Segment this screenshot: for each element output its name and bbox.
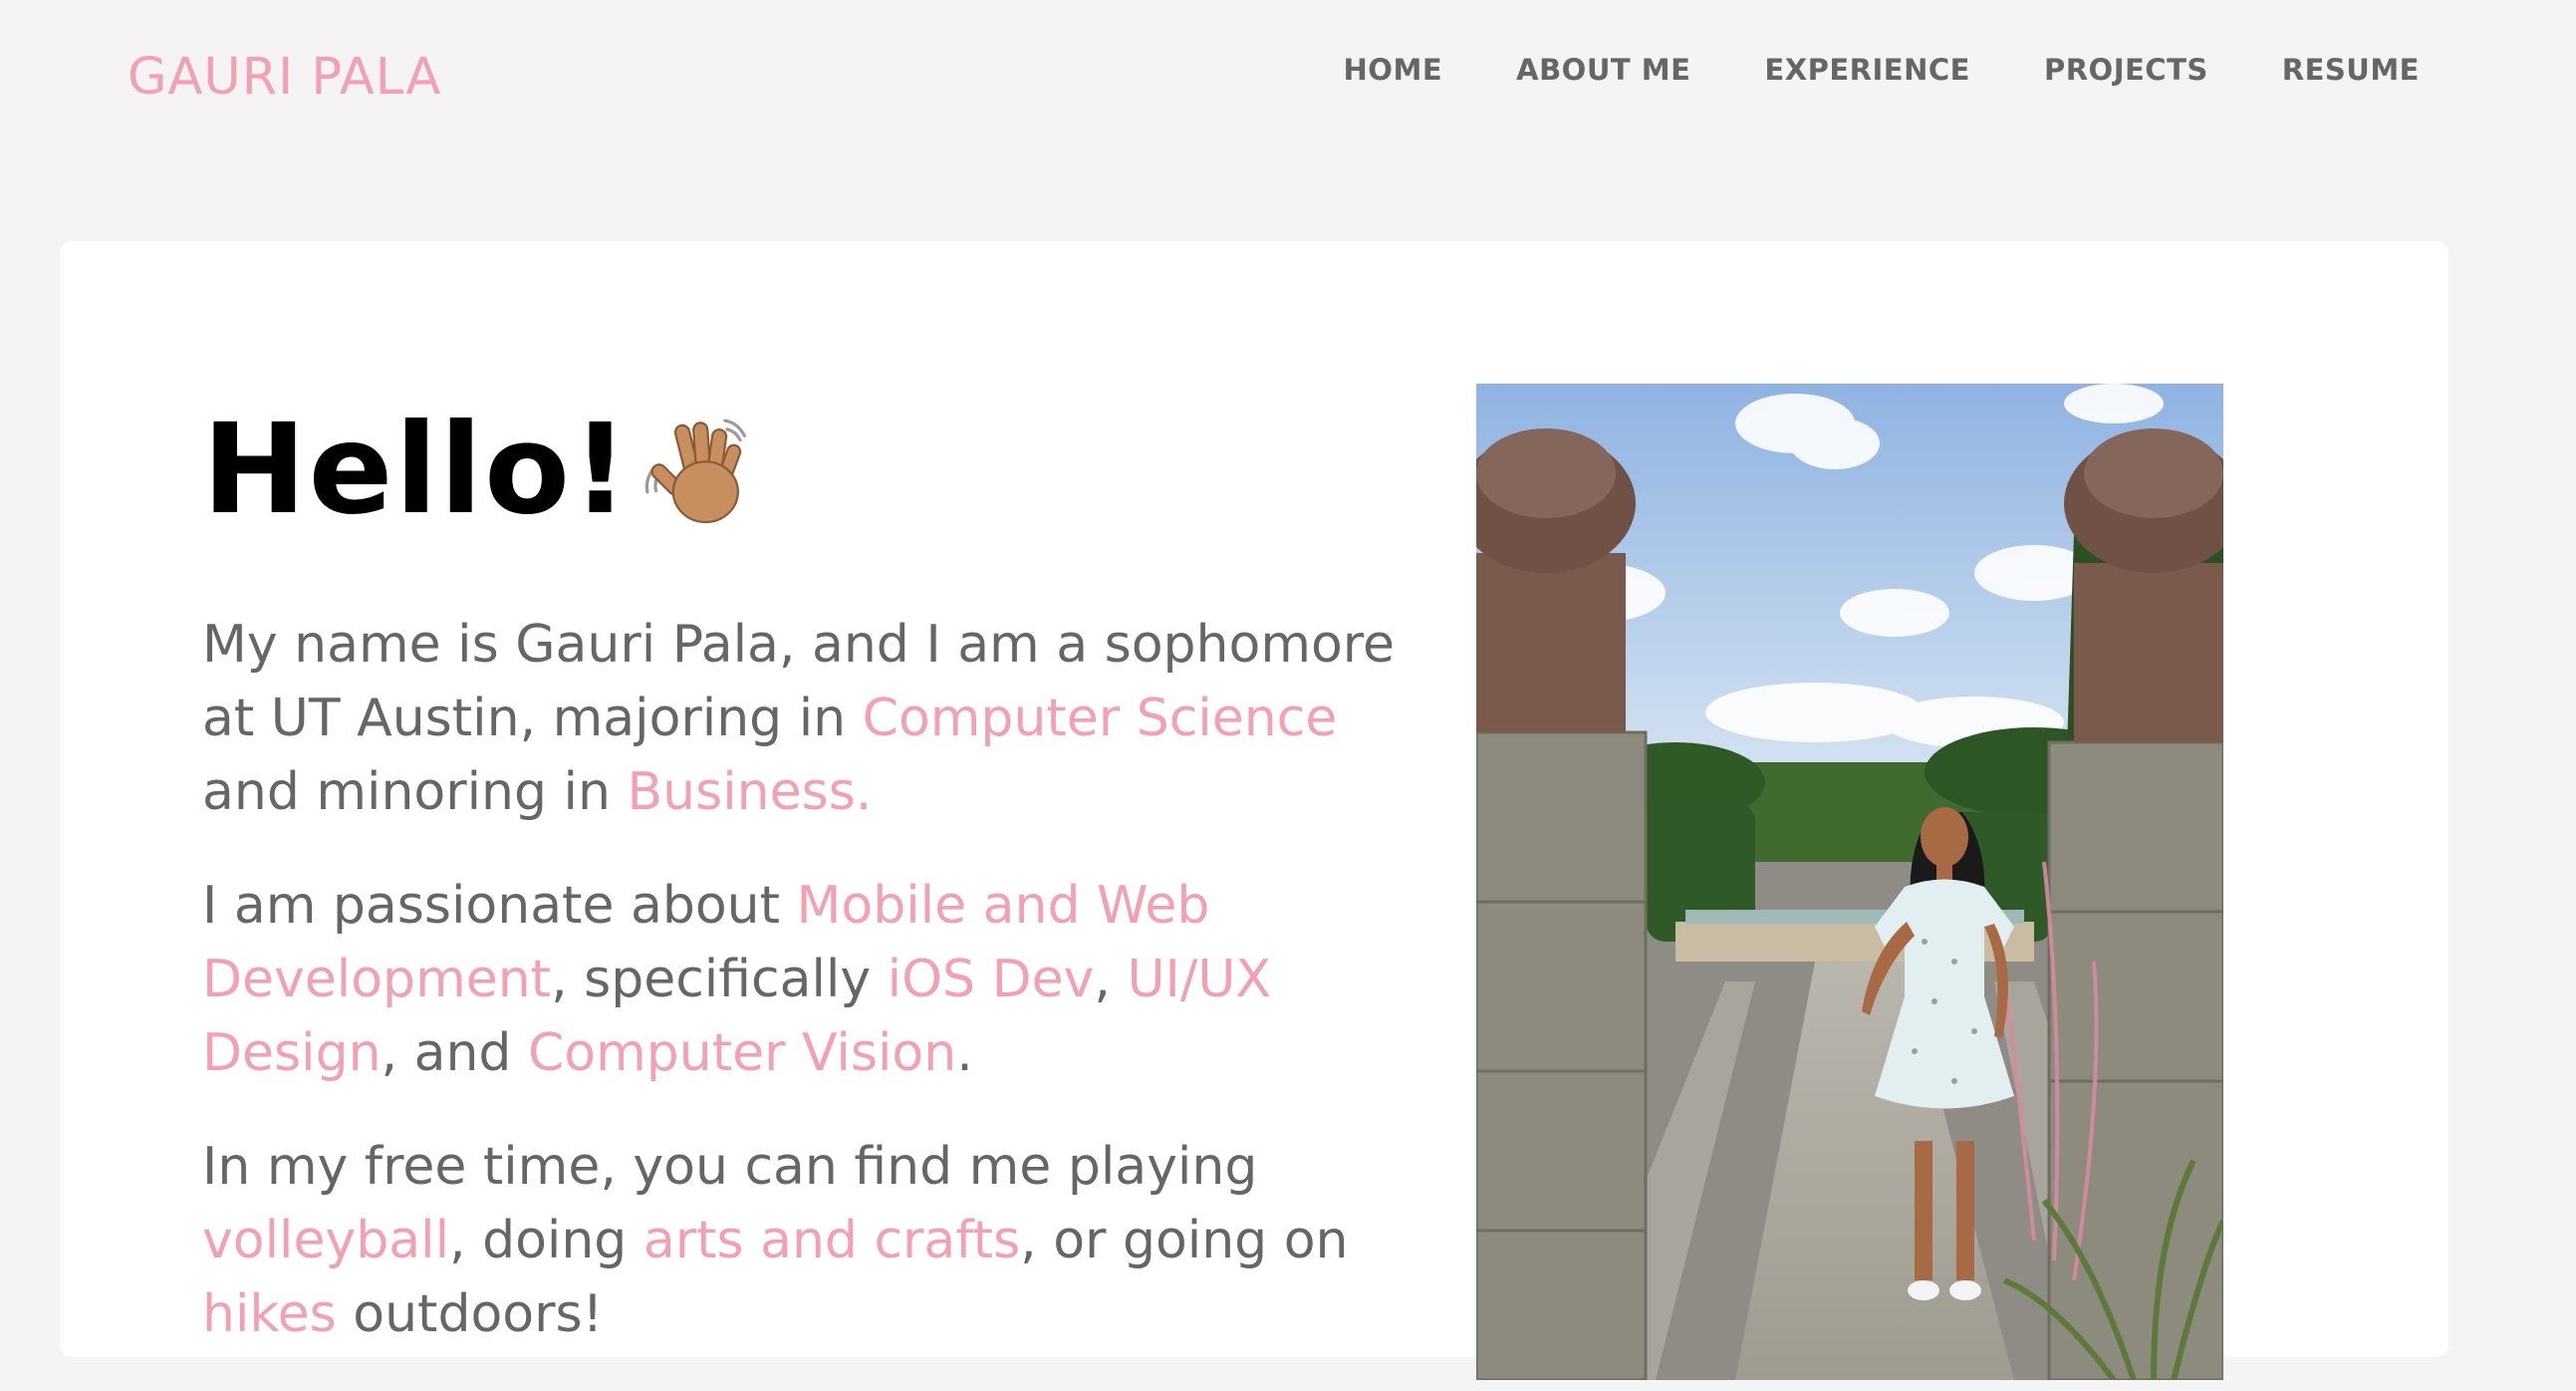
bio-text-span: , specifically [551, 950, 888, 1009]
highlight-volleyball: volleyball [202, 1211, 450, 1270]
bio-text: My name is Gauri Pala, and I am a sophom… [202, 608, 1417, 1391]
greeting-heading: Hello! [202, 391, 766, 550]
bio-paragraph-3: In my free time, you can find me playing… [202, 1130, 1417, 1351]
highlight-computer-vision: Computer Vision [527, 1023, 957, 1083]
profile-photo [1476, 384, 2223, 1380]
nav-resume[interactable]: RESUME [2282, 50, 2420, 90]
waving-hand-icon [644, 418, 746, 524]
highlight-arts-crafts: arts and crafts [643, 1211, 1021, 1270]
highlight-hikes: hikes [202, 1284, 337, 1344]
bio-text-span: and minoring in [202, 762, 628, 822]
garden-photo-illustration [1476, 384, 2223, 1380]
intro-card: Hello! My name is Gauri Pala, and I am a… [60, 241, 2448, 1380]
bio-text-span: , [1094, 950, 1128, 1009]
greeting-text: Hello! [202, 398, 631, 542]
bio-paragraph-1: My name is Gauri Pala, and I am a sophom… [202, 608, 1417, 829]
bio-text-span: , or going on [1020, 1211, 1349, 1270]
nav-about-me[interactable]: ABOUT ME [1516, 50, 1690, 90]
bio-text-span: , doing [449, 1211, 644, 1270]
bio-text-span: In my free time, you can find me playing [202, 1137, 1258, 1197]
bio-text-span: outdoors! [336, 1284, 604, 1344]
site-logo-link[interactable]: GAURI PALA [128, 48, 441, 108]
highlight-computer-science: Computer Science [862, 689, 1338, 748]
highlight-ios-dev: iOS Dev [887, 950, 1095, 1009]
bio-text-span: I am passionate about [202, 876, 797, 936]
nav-experience[interactable]: EXPERIENCE [1764, 50, 1970, 90]
bio-text-span: , and [381, 1023, 528, 1083]
nav-projects[interactable]: PROJECTS [2044, 50, 2208, 90]
bio-paragraph-2: I am passionate about Mobile and Web Dev… [202, 869, 1417, 1090]
bio-text-span: . [956, 1023, 973, 1083]
main-nav: HOME ABOUT ME EXPERIENCE PROJECTS RESUME [1344, 50, 2420, 90]
nav-home[interactable]: HOME [1344, 50, 1443, 90]
highlight-business: Business. [627, 762, 873, 822]
